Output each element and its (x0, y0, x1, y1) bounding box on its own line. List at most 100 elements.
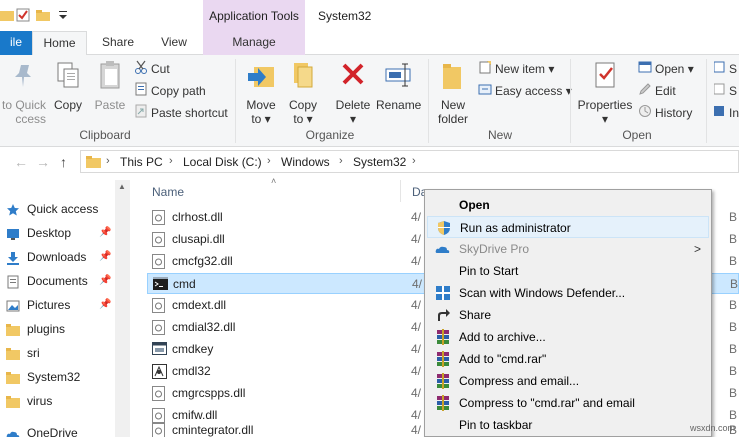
select-all-label: S (729, 62, 738, 76)
file-size: B (729, 386, 738, 400)
file-name: cmgrcspps.dll (172, 386, 246, 400)
scissors-icon (134, 60, 148, 79)
menu-item-label: Open (459, 198, 490, 212)
select-all-button[interactable]: S (713, 60, 738, 78)
breadcrumb-windows[interactable]: Windows (281, 155, 330, 169)
tab-share[interactable]: Share (92, 31, 144, 55)
menu-item-add-to-archive[interactable]: Add to archive... (427, 326, 709, 348)
new-folder-label: New (440, 98, 465, 112)
tab-file[interactable]: ile (0, 31, 32, 55)
menu-item-skydrive-pro[interactable]: SkyDrive Pro > (427, 238, 709, 260)
breadcrumb-local-disk[interactable]: Local Disk (C:) (183, 155, 262, 169)
menu-item-compress-and-email[interactable]: Compress and email... (427, 370, 709, 392)
nav-item-quick-access[interactable]: Quick access (0, 198, 115, 220)
pin-label-1: to Quick (1, 98, 46, 112)
tab-home[interactable]: Home (32, 31, 87, 56)
new-item-icon (478, 60, 492, 79)
defender-icon (435, 285, 451, 301)
nav-item-virus[interactable]: virus (0, 390, 115, 412)
nav-item-sri[interactable]: sri (0, 342, 115, 364)
file-size: B (729, 342, 738, 356)
share-icon (435, 307, 451, 323)
move-to-label-2: to (251, 112, 262, 126)
menu-item-label: Compress to "cmd.rar" and email (459, 396, 635, 410)
up-icon[interactable]: ↑ (60, 154, 67, 170)
dll-icon (152, 298, 165, 313)
paste-shortcut-button[interactable]: Paste shortcut (134, 104, 228, 122)
copy-path-button[interactable]: Copy path (134, 82, 206, 100)
menu-item-pin-to-taskbar[interactable]: Pin to taskbar (427, 414, 709, 436)
pin-icon[interactable]: 📌 (99, 294, 111, 316)
move-to-button[interactable]: Move to ▾ (243, 59, 279, 126)
pictures-icon (6, 298, 20, 312)
forward-icon[interactable]: → (36, 154, 50, 170)
new-folder-button[interactable]: New folder (434, 59, 472, 126)
breadcrumb-system32[interactable]: System32 (353, 155, 406, 169)
delete-button[interactable]: Delete ▾ (333, 59, 373, 126)
cut-button[interactable]: Cut (134, 60, 170, 78)
file-date: 4/ (411, 342, 422, 356)
pin-icon[interactable]: 📌 (99, 246, 111, 268)
dll-icon (152, 254, 165, 269)
customize-qat-icon[interactable] (58, 8, 72, 22)
back-icon[interactable]: ← (14, 154, 28, 170)
copy-button[interactable]: Copy (50, 59, 86, 112)
menu-item-open[interactable]: Open (427, 194, 709, 216)
sort-chevron-icon: ˄ (271, 176, 277, 186)
nav-item-system32[interactable]: System32 (0, 366, 115, 388)
nav-item-label: Downloads (27, 250, 87, 264)
checkbox-icon[interactable] (16, 8, 30, 22)
folder-icon[interactable] (0, 8, 14, 22)
new-item-label: New item (495, 62, 546, 76)
menu-item-scan-with-defender[interactable]: Scan with Windows Defender... (427, 282, 709, 304)
file-date: 4/ (411, 386, 422, 400)
easy-access-label: Easy access (495, 84, 563, 98)
menu-item-add-to-cmd-rar[interactable]: Add to "cmd.rar" (427, 348, 709, 370)
paste-label: Paste (94, 98, 126, 112)
pin-icon[interactable]: 📌 (99, 270, 111, 292)
copy-path-icon (134, 82, 148, 101)
menu-item-share[interactable]: Share (427, 304, 709, 326)
menu-item-label: Compress and email... (459, 374, 580, 388)
edit-button[interactable]: Edit (638, 82, 676, 100)
easy-access-button[interactable]: Easy access ▾ (478, 82, 572, 100)
nav-item-pictures[interactable]: Pictures 📌 (0, 294, 115, 316)
column-header-name[interactable]: Name (152, 185, 184, 199)
menu-item-run-as-administrator[interactable]: Run as administrator (427, 216, 709, 238)
navpane-scrollbar[interactable]: ▲ (115, 180, 130, 437)
scroll-up-icon[interactable]: ▲ (118, 182, 126, 191)
new-folder-icon[interactable] (36, 8, 50, 22)
rename-label: Rename (376, 98, 422, 112)
tab-manage[interactable]: Manage (203, 31, 305, 55)
open-button[interactable]: Open ▾ (638, 60, 694, 78)
new-item-button[interactable]: New item ▾ (478, 60, 554, 78)
nav-item-plugins[interactable]: plugins (0, 318, 115, 340)
menu-item-pin-to-start[interactable]: Pin to Start (427, 260, 709, 282)
menu-item-label: Scan with Windows Defender... (459, 286, 626, 300)
pin-to-quick-access-button[interactable]: to Quick ccess (0, 59, 46, 126)
invert-selection-button[interactable]: In (714, 104, 739, 122)
select-none-label: S (729, 84, 738, 98)
nav-item-downloads[interactable]: Downloads 📌 (0, 246, 115, 268)
properties-button[interactable]: Properties ▾ (576, 59, 634, 126)
rename-button[interactable]: Rename (376, 59, 422, 112)
history-button[interactable]: History (638, 104, 692, 122)
column-divider[interactable] (400, 180, 401, 202)
file-date: 4/ (411, 320, 422, 334)
menu-item-compress-to-cmd-rar-and-email[interactable]: Compress to "cmd.rar" and email (427, 392, 709, 414)
paste-button[interactable]: Paste (92, 59, 128, 112)
edit-label: Edit (655, 84, 676, 98)
chevron-right-icon: › (106, 155, 110, 167)
select-none-button[interactable]: S (713, 82, 738, 100)
nav-item-label: System32 (27, 370, 81, 384)
tab-view[interactable]: View (148, 31, 200, 55)
properties-label: Properties (577, 98, 633, 112)
breadcrumb-this-pc[interactable]: This PC (120, 155, 163, 169)
address-bar[interactable]: › This PC › Local Disk (C:) › Windows › … (80, 150, 739, 173)
nav-item-onedrive[interactable]: OneDrive (0, 422, 115, 437)
file-size: B (729, 232, 738, 246)
pin-icon[interactable]: 📌 (99, 222, 111, 244)
nav-item-documents[interactable]: Documents 📌 (0, 270, 115, 292)
nav-item-desktop[interactable]: Desktop 📌 (0, 222, 115, 244)
copy-to-button[interactable]: Copy to ▾ (285, 59, 321, 126)
